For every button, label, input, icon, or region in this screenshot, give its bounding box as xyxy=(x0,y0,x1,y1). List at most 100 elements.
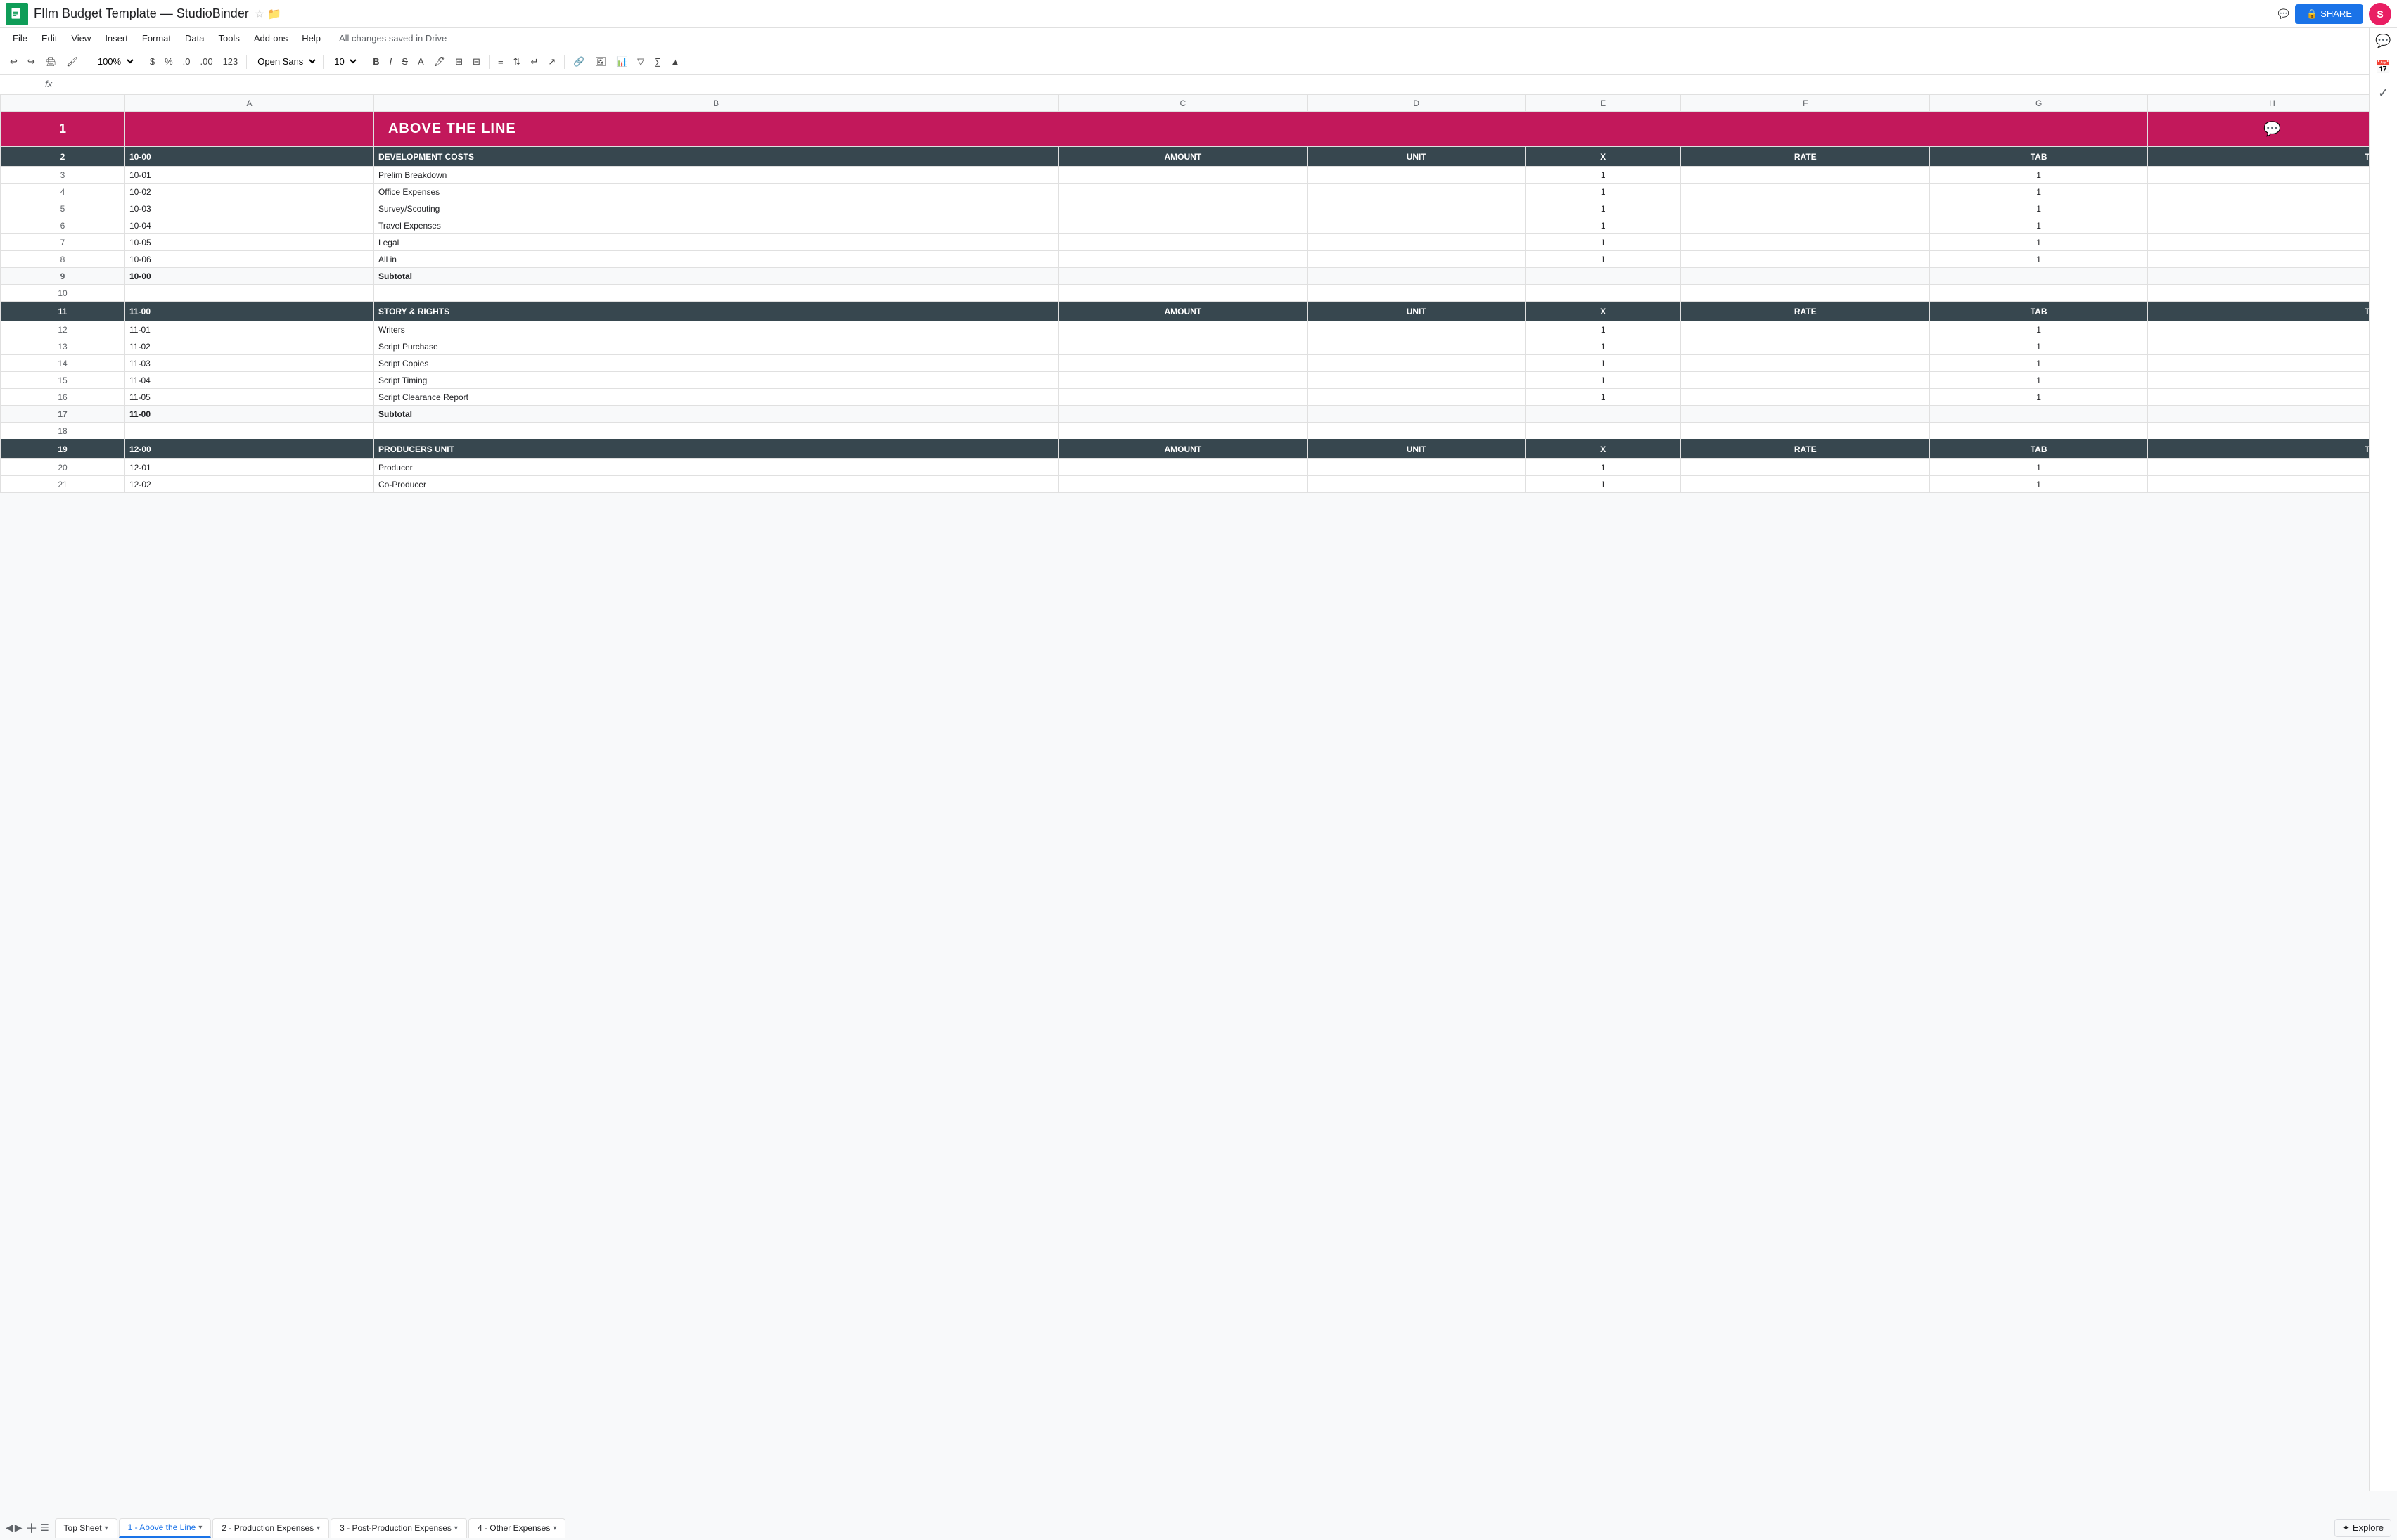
cell-col-c[interactable] xyxy=(1059,251,1308,268)
cell-col-d[interactable] xyxy=(1308,355,1526,372)
cell-col-g[interactable]: 1 xyxy=(1930,200,2148,217)
cell-col-c[interactable] xyxy=(1059,476,1308,493)
cell-col-a[interactable]: 12-02 xyxy=(124,476,373,493)
sidebar-chat-icon[interactable]: 💬 xyxy=(2375,34,2391,49)
cell-col-g[interactable]: TAB xyxy=(1930,147,2148,167)
cell-col-g[interactable] xyxy=(1930,423,2148,439)
italic-button[interactable]: I xyxy=(385,53,397,70)
cell-col-a[interactable]: 12-00 xyxy=(124,439,373,459)
cell-col-b[interactable]: All in xyxy=(373,251,1058,268)
cell-col-a[interactable] xyxy=(124,285,373,302)
menu-insert[interactable]: Insert xyxy=(98,28,135,49)
borders-button[interactable]: ⊞ xyxy=(451,53,467,70)
cell-col-b[interactable]: Co-Producer xyxy=(373,476,1058,493)
col-e-header[interactable]: E xyxy=(1526,95,1681,112)
cell-col-h[interactable]: $0 xyxy=(2147,406,2396,423)
col-g-header[interactable]: G xyxy=(1930,95,2148,112)
cell-col-g[interactable]: TAB xyxy=(1930,439,2148,459)
menu-tools[interactable]: Tools xyxy=(211,28,246,49)
add-sheet-button[interactable]: ＋ xyxy=(25,1519,38,1537)
cell-col-f[interactable] xyxy=(1681,423,1930,439)
highlight-button[interactable]: 🖊 xyxy=(430,53,450,70)
cell-col-d[interactable] xyxy=(1308,251,1526,268)
cell-col-d[interactable] xyxy=(1308,372,1526,389)
cell-col-d[interactable] xyxy=(1308,234,1526,251)
cell-col-b[interactable]: Script Purchase xyxy=(373,338,1058,355)
cell-col-d[interactable] xyxy=(1308,338,1526,355)
link-button[interactable]: 🔗 xyxy=(569,53,589,70)
cell-col-e[interactable]: 1 xyxy=(1526,234,1681,251)
cell-col-f[interactable] xyxy=(1681,285,1930,302)
cell-col-c[interactable] xyxy=(1059,459,1308,476)
cell-col-b[interactable]: Script Copies xyxy=(373,355,1058,372)
cell-col-a[interactable]: 10-06 xyxy=(124,251,373,268)
function-button[interactable]: ∑ xyxy=(650,53,665,70)
cell-col-c[interactable] xyxy=(1059,285,1308,302)
cell-col-g[interactable] xyxy=(1930,268,2148,285)
sidebar-calendar-icon[interactable]: 📅 xyxy=(2375,60,2391,75)
tab-post-production[interactable]: 3 - Post-Production Expenses ▾ xyxy=(331,1518,467,1538)
cell-col-f[interactable]: RATE xyxy=(1681,439,1930,459)
cell-col-a[interactable]: 10-00 xyxy=(124,147,373,167)
strikethrough-button[interactable]: S xyxy=(397,53,412,70)
cell-col-d[interactable] xyxy=(1308,423,1526,439)
tab-production-expenses[interactable]: 2 - Production Expenses ▾ xyxy=(212,1518,329,1538)
cell-col-e[interactable]: 1 xyxy=(1526,459,1681,476)
cell-col-f[interactable] xyxy=(1681,355,1930,372)
cell-col-b[interactable]: Producer xyxy=(373,459,1058,476)
cell-col-c[interactable] xyxy=(1059,321,1308,338)
cell-col-c[interactable]: AMOUNT xyxy=(1059,302,1308,321)
cell-col-g[interactable]: 1 xyxy=(1930,234,2148,251)
redo-button[interactable]: ↪ xyxy=(23,53,39,70)
cell-col-b[interactable]: DEVELOPMENT COSTS xyxy=(373,147,1058,167)
cell-col-f[interactable] xyxy=(1681,372,1930,389)
cell-col-b[interactable]: Legal xyxy=(373,234,1058,251)
cell-col-a[interactable]: 11-03 xyxy=(124,355,373,372)
cell-col-a[interactable]: 10-03 xyxy=(124,200,373,217)
menu-view[interactable]: View xyxy=(64,28,98,49)
cell-col-e[interactable]: 1 xyxy=(1526,200,1681,217)
format-123-button[interactable]: 123 xyxy=(219,53,243,70)
cell-col-c[interactable] xyxy=(1059,372,1308,389)
cell-col-f[interactable] xyxy=(1681,338,1930,355)
wrap-button[interactable]: ↵ xyxy=(526,53,542,70)
cell-col-a[interactable]: 12-01 xyxy=(124,459,373,476)
cell-col-h[interactable]: $0 xyxy=(2147,389,2396,406)
cell-col-c[interactable] xyxy=(1059,389,1308,406)
cell-col-e[interactable] xyxy=(1526,285,1681,302)
cell-col-f[interactable] xyxy=(1681,476,1930,493)
cell-col-a[interactable]: 10-01 xyxy=(124,167,373,184)
cell-col-c[interactable] xyxy=(1059,338,1308,355)
cell-col-h[interactable]: TOTAL xyxy=(2147,302,2396,321)
cell-col-f[interactable] xyxy=(1681,217,1930,234)
cell-col-g[interactable] xyxy=(1930,285,2148,302)
tab-scroll-left[interactable]: ◀ xyxy=(6,1522,13,1534)
cell-col-g[interactable]: 1 xyxy=(1930,217,2148,234)
cell-col-b[interactable]: Writers xyxy=(373,321,1058,338)
cell-col-g[interactable]: 1 xyxy=(1930,338,2148,355)
cell-col-b[interactable]: Travel Expenses xyxy=(373,217,1058,234)
cell-col-f[interactable] xyxy=(1681,321,1930,338)
col-d-header[interactable]: D xyxy=(1308,95,1526,112)
cell-col-g[interactable]: 1 xyxy=(1930,459,2148,476)
cell-col-b[interactable]: STORY & RIGHTS xyxy=(373,302,1058,321)
cell-col-f[interactable]: RATE xyxy=(1681,147,1930,167)
cell-col-h[interactable]: TOTAL xyxy=(2147,439,2396,459)
cell-col-h[interactable]: $0 xyxy=(2147,268,2396,285)
cell-col-g[interactable]: 1 xyxy=(1930,372,2148,389)
cell-col-b[interactable]: Subtotal xyxy=(373,406,1058,423)
font-select[interactable]: Open Sans xyxy=(251,53,319,70)
menu-format[interactable]: Format xyxy=(135,28,178,49)
cell-col-h[interactable]: $0 xyxy=(2147,184,2396,200)
cell-col-f[interactable] xyxy=(1681,406,1930,423)
col-c-header[interactable]: C xyxy=(1059,95,1308,112)
menu-help[interactable]: Help xyxy=(295,28,328,49)
cell-col-d[interactable] xyxy=(1308,321,1526,338)
cell-col-h[interactable]: $0 xyxy=(2147,459,2396,476)
cell-col-c[interactable] xyxy=(1059,217,1308,234)
cell-col-g[interactable]: 1 xyxy=(1930,476,2148,493)
avatar[interactable]: S xyxy=(2369,3,2391,25)
image-button[interactable]: 🖼 xyxy=(590,53,611,70)
chart-button[interactable]: 📊 xyxy=(612,53,632,70)
cell-col-h[interactable]: $0 xyxy=(2147,355,2396,372)
